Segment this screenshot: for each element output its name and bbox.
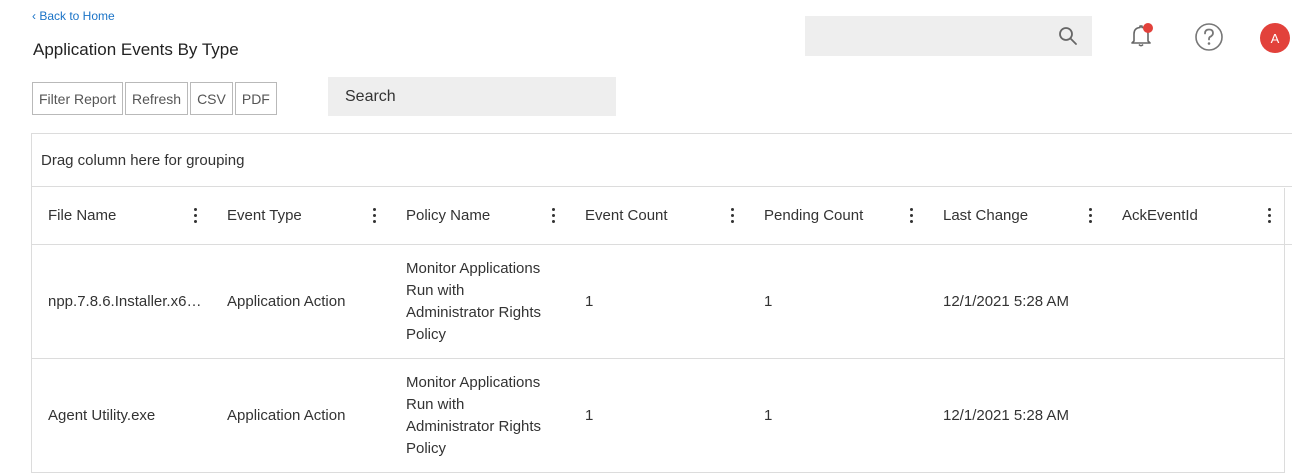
column-header-event-count[interactable]: Event Count	[569, 187, 748, 244]
column-menu-icon[interactable]	[1267, 208, 1271, 224]
grid-header-row: File Name Event Type Policy Name Event C…	[32, 187, 1292, 245]
column-menu-icon[interactable]	[1088, 208, 1092, 224]
data-grid: Drag column here for grouping File Name …	[31, 133, 1292, 473]
column-menu-icon[interactable]	[193, 208, 197, 224]
table-row[interactable]: Agent Utility.exe Application Action Mon…	[32, 359, 1285, 473]
column-menu-icon[interactable]	[372, 208, 376, 224]
column-header-last-change[interactable]: Last Change	[927, 187, 1106, 244]
page-title: Application Events By Type	[33, 40, 239, 59]
help-icon[interactable]	[1194, 22, 1224, 52]
grouping-drop-zone[interactable]: Drag column here for grouping	[32, 134, 1292, 187]
notification-dot	[1143, 23, 1153, 33]
cell-ack-event-id	[1106, 245, 1285, 358]
avatar[interactable]: A	[1260, 23, 1290, 53]
cell-pending-count: 1	[764, 406, 773, 424]
csv-export-button[interactable]: CSV	[190, 82, 233, 115]
grid-scrollbar[interactable]	[1284, 188, 1292, 473]
cell-policy-name: Monitor Applications Run with Administra…	[406, 373, 542, 457]
cell-event-type: Application Action	[227, 406, 346, 424]
column-menu-icon[interactable]	[909, 208, 913, 224]
column-header-policy-name[interactable]: Policy Name	[390, 187, 569, 244]
cell-pending-count: 1	[764, 292, 773, 310]
report-search-input[interactable]	[328, 77, 616, 116]
search-icon[interactable]	[1058, 26, 1078, 46]
cell-file-name: npp.7.8.6.Installer.x64.exe	[48, 292, 203, 310]
filter-report-button[interactable]: Filter Report	[32, 82, 124, 115]
table-row[interactable]: npp.7.8.6.Installer.x64.exe Application …	[32, 245, 1285, 359]
cell-ack-event-id	[1106, 359, 1285, 472]
cell-last-change: 12/1/2021 5:28 AM	[943, 292, 1069, 310]
bell-icon[interactable]	[1128, 22, 1154, 48]
column-menu-icon[interactable]	[551, 208, 555, 224]
column-header-file-name[interactable]: File Name	[32, 187, 211, 244]
pdf-export-button[interactable]: PDF	[234, 82, 277, 115]
cell-event-count: 1	[585, 292, 594, 310]
column-header-ack-event-id[interactable]: AckEventId	[1106, 187, 1285, 244]
column-header-event-type[interactable]: Event Type	[211, 187, 390, 244]
cell-event-count: 1	[585, 406, 594, 424]
global-search-box[interactable]	[805, 16, 1092, 56]
grouping-hint: Drag column here for grouping	[41, 151, 245, 169]
cell-last-change: 12/1/2021 5:28 AM	[943, 406, 1069, 424]
refresh-button[interactable]: Refresh	[125, 82, 189, 115]
back-to-home-link[interactable]: ‹ Back to Home	[32, 9, 115, 23]
report-toolbar: Filter Report Refresh CSV PDF	[32, 82, 279, 115]
column-menu-icon[interactable]	[730, 208, 734, 224]
cell-policy-name: Monitor Applications Run with Administra…	[406, 259, 542, 343]
cell-file-name: Agent Utility.exe	[48, 406, 156, 424]
cell-event-type: Application Action	[227, 292, 346, 310]
column-header-pending-count[interactable]: Pending Count	[748, 187, 927, 244]
